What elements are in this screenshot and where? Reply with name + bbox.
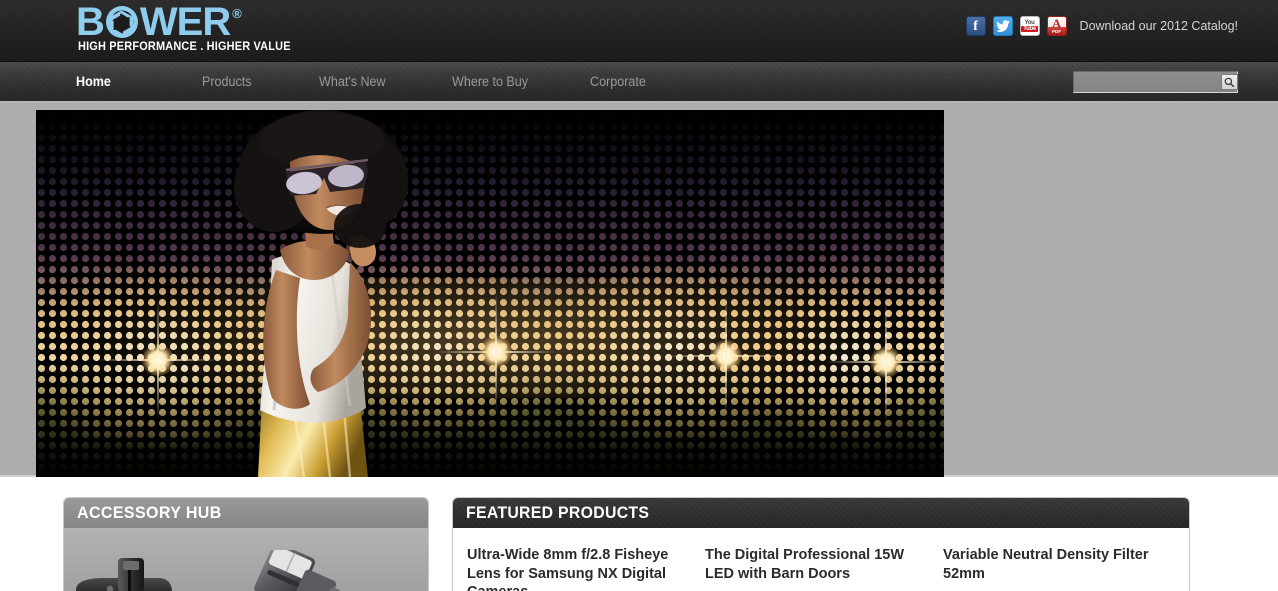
nav-item-whats-new[interactable]: What's New	[319, 74, 386, 89]
featured-product-title: Variable Neutral Density Filter 52mm	[943, 547, 1149, 582]
nav-item-corporate[interactable]: Corporate	[590, 74, 646, 89]
registered-trademark-icon: ®	[232, 6, 242, 21]
featured-product-item[interactable]: The Digital Professional 15W LED with Ba…	[691, 546, 929, 591]
featured-product-item[interactable]: Variable Neutral Density Filter 52mm	[929, 546, 1167, 591]
logo-text-after: WER	[139, 0, 231, 44]
featured-products-title: FEATURED PRODUCTS	[466, 503, 650, 522]
content-area: ACCESSORY HUB FEATURED PRODUCTS Ultra-Wi…	[0, 477, 1278, 591]
facebook-letter: f	[973, 19, 978, 34]
logo-tagline: HIGH PERFORMANCE . HIGHER VALUE	[78, 41, 291, 53]
search-icon	[1224, 77, 1235, 87]
nav-item-home[interactable]: Home	[76, 74, 111, 89]
facebook-icon[interactable]: f	[965, 16, 986, 36]
featured-products-panel: FEATURED PRODUCTS Ultra-Wide 8mm f/2.8 F…	[452, 497, 1190, 591]
featured-products-list: Ultra-Wide 8mm f/2.8 Fisheye Lens for Sa…	[453, 528, 1189, 591]
accessory-hub-title: ACCESSORY HUB	[77, 503, 222, 522]
catalog-download-link[interactable]: Download our 2012 Catalog!	[1080, 19, 1238, 33]
featured-product-title: The Digital Professional 15W LED with Ba…	[705, 547, 905, 582]
youtube-tube-text: Tube	[1021, 26, 1038, 32]
youtube-icon[interactable]: You Tube	[1019, 16, 1040, 36]
logo-text-before: B	[76, 0, 105, 44]
nav-item-list: Home Products What's New Where to Buy Co…	[76, 62, 650, 101]
battery-grip-image	[76, 558, 172, 591]
nav-item-products[interactable]: Products	[202, 74, 252, 89]
site-logo[interactable]: B WER ® HIGH PERFORMANCE . HIGHER VALUE	[76, 0, 326, 56]
accessory-hub-panel[interactable]: ACCESSORY HUB	[63, 497, 429, 591]
search-box[interactable]	[1073, 71, 1238, 93]
hero-banner[interactable]	[36, 110, 944, 477]
camera-aperture-icon	[105, 5, 139, 39]
search-button[interactable]	[1221, 74, 1238, 90]
site-header: B WER ® HIGH PERFORMANCE . HIGHER VALUE …	[0, 0, 1278, 62]
pdf-label: PDF	[1052, 29, 1062, 34]
featured-product-item[interactable]: Ultra-Wide 8mm f/2.8 Fisheye Lens for Sa…	[453, 546, 691, 591]
social-links: f You Tube A PDF Download our 2012 Catal…	[965, 16, 1238, 36]
twitter-icon[interactable]	[992, 16, 1013, 36]
pdf-icon[interactable]: A PDF	[1046, 16, 1067, 36]
hero-section	[0, 103, 1278, 477]
pdf-letter: A	[1052, 16, 1061, 30]
featured-product-title: Ultra-Wide 8mm f/2.8 Fisheye Lens for Sa…	[467, 547, 669, 591]
camera-flash-image	[254, 550, 341, 591]
accessory-hub-header: ACCESSORY HUB	[64, 498, 428, 528]
twitter-bird-glyph	[995, 20, 1010, 32]
accessory-hub-body	[64, 528, 428, 591]
hero-model-photo	[234, 110, 408, 477]
nav-item-where-to-buy[interactable]: Where to Buy	[452, 74, 528, 89]
featured-products-header: FEATURED PRODUCTS	[453, 498, 1189, 528]
search-input[interactable]	[1074, 72, 1221, 92]
logo-wordmark: B WER ®	[76, 0, 326, 44]
